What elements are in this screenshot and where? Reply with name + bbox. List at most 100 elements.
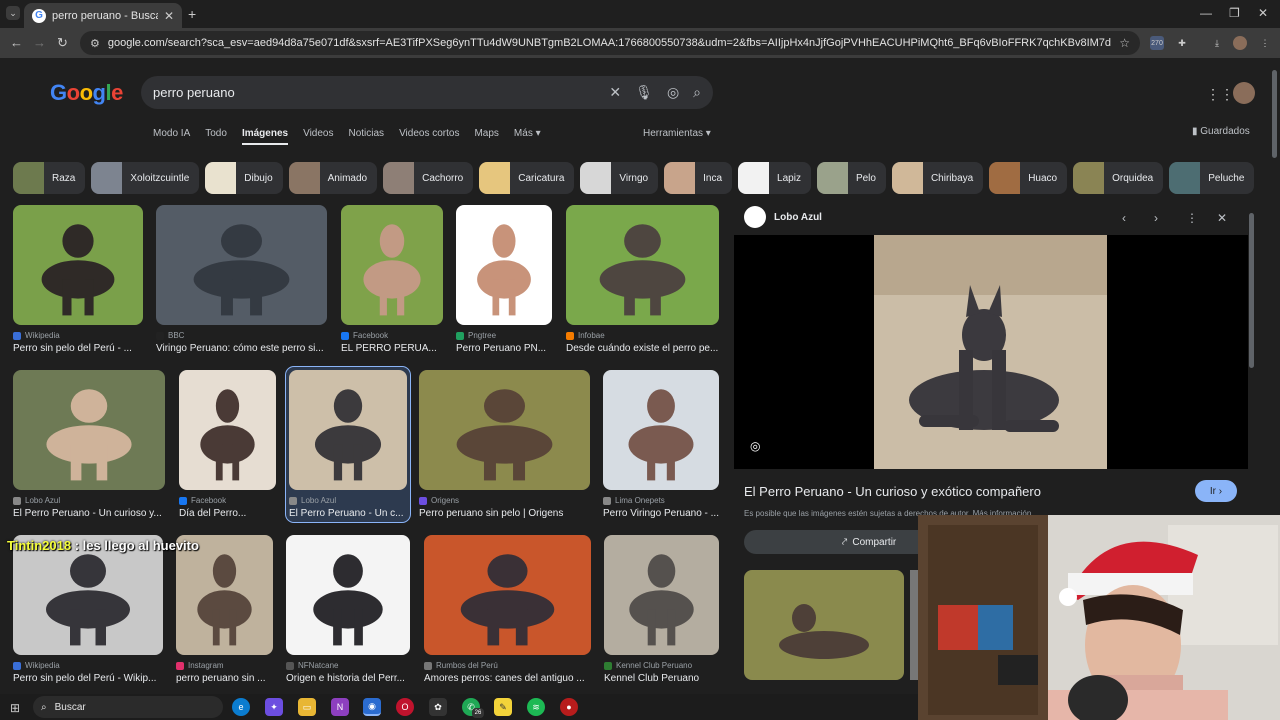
microphone-icon[interactable]: 🎙 xyxy=(635,84,653,101)
panel-title[interactable]: El Perro Peruano - Un curioso y exótico … xyxy=(744,484,1041,499)
result-caption[interactable]: Perro Peruano PN... xyxy=(456,343,552,354)
related-search-chip[interactable]: Inca xyxy=(664,162,733,194)
result-source[interactable]: Kennel Club Peruano xyxy=(604,661,719,670)
related-search-chip[interactable]: Virngo xyxy=(580,162,659,194)
search-box[interactable]: perro peruano ✕ 🎙 ◎ ⌕ xyxy=(141,76,713,109)
lens-search-icon[interactable]: ◎ xyxy=(750,439,760,453)
search-input[interactable]: perro peruano xyxy=(153,85,595,100)
result-caption[interactable]: Perro Viringo Peruano - ... xyxy=(603,508,719,519)
related-search-chip[interactable]: Huaco xyxy=(989,162,1068,194)
image-result[interactable]: NFNatcane Origen e historia del Perr... xyxy=(286,535,410,684)
chrome-menu-icon[interactable]: ⋮ xyxy=(1258,36,1272,50)
result-thumbnail[interactable] xyxy=(566,205,719,325)
result-source[interactable]: Origens xyxy=(419,496,590,505)
result-caption[interactable]: Kennel Club Peruano xyxy=(604,673,719,684)
chrome-icon[interactable]: ◉ xyxy=(363,698,381,716)
previous-icon[interactable]: ‹ xyxy=(1122,211,1126,225)
image-result[interactable]: Lobo Azul El Perro Peruano - Un curioso y… xyxy=(13,370,165,519)
result-thumbnail[interactable] xyxy=(604,535,719,655)
new-tab-icon[interactable]: + xyxy=(188,6,196,22)
bookmark-star-icon[interactable]: ☆ xyxy=(1119,36,1130,50)
image-result[interactable]: Rumbos del Perú Amores perros: canes del … xyxy=(424,535,591,684)
result-thumbnail[interactable] xyxy=(289,370,407,490)
related-search-chip[interactable]: Peluche xyxy=(1169,162,1255,194)
result-thumbnail[interactable] xyxy=(419,370,590,490)
search-tab[interactable]: Modo IA xyxy=(153,128,190,145)
result-source[interactable]: Rumbos del Perú xyxy=(424,661,591,670)
tab-close-icon[interactable]: ✕ xyxy=(164,9,174,23)
extension-badge-icon[interactable]: 270 xyxy=(1150,36,1164,50)
result-source[interactable]: NFNatcane xyxy=(286,661,410,670)
result-source[interactable]: Instagram xyxy=(176,661,273,670)
related-search-chip[interactable]: Caricatura xyxy=(479,162,575,194)
result-thumbnail[interactable] xyxy=(286,535,410,655)
back-icon[interactable]: ← xyxy=(10,35,23,50)
search-icon[interactable]: ⌕ xyxy=(693,84,701,101)
lens-icon[interactable]: ◎ xyxy=(667,84,679,101)
search-tab[interactable]: Más ▾ xyxy=(514,128,541,145)
search-tab[interactable]: Noticias xyxy=(348,128,384,145)
search-tab[interactable]: Imágenes xyxy=(241,128,289,145)
spotify-icon[interactable]: ≋ xyxy=(527,698,545,716)
image-result[interactable]: Facebook Día del Perro... xyxy=(179,370,276,519)
panel-close-icon[interactable]: ✕ xyxy=(1217,211,1227,225)
extensions-puzzle-icon[interactable]: ✚ xyxy=(1175,36,1189,50)
related-image-thumbnail[interactable] xyxy=(910,570,918,680)
forward-icon[interactable]: → xyxy=(33,35,46,50)
result-thumbnail[interactable] xyxy=(424,535,591,655)
start-windows-icon[interactable]: ⊞ xyxy=(10,701,20,715)
search-tab[interactable]: Todo xyxy=(205,128,227,145)
related-search-chip[interactable]: Chiribaya xyxy=(891,162,984,194)
result-caption[interactable]: Perro sin pelo del Perú - ... xyxy=(13,343,143,354)
obs-icon[interactable]: ● xyxy=(560,698,578,716)
image-result[interactable]: BBC Viringo Peruano: cómo este perro si..… xyxy=(156,205,327,354)
result-thumbnail[interactable] xyxy=(13,370,165,490)
result-caption[interactable]: Viringo Peruano: cómo este perro si... xyxy=(156,343,327,354)
image-result[interactable]: Pngtree Perro Peruano PN... xyxy=(456,205,552,354)
image-result[interactable]: Origens Perro peruano sin pelo | Origens xyxy=(419,370,590,519)
result-thumbnail[interactable] xyxy=(456,205,552,325)
clear-icon[interactable]: ✕ xyxy=(609,84,621,101)
image-result[interactable]: Lima Onepets Perro Viringo Peruano - ... xyxy=(603,370,719,519)
sticky-notes-icon[interactable]: ✎ xyxy=(494,698,512,716)
browser-tab[interactable]: G perro peruano - Buscar con Google ✕ xyxy=(24,3,182,28)
tab-search-icon[interactable]: ⌄ xyxy=(6,6,20,20)
result-thumbnail[interactable] xyxy=(13,205,143,325)
window-close-icon[interactable]: ✕ xyxy=(1258,6,1268,20)
search-tab[interactable]: Maps xyxy=(474,128,498,145)
image-result[interactable]: Wikipedia Perro sin pelo del Perú - Wikip… xyxy=(13,535,163,684)
result-source[interactable]: Lobo Azul xyxy=(289,496,407,505)
more-options-icon[interactable]: ⋮ xyxy=(1186,211,1198,225)
related-search-chip[interactable]: Pelo xyxy=(816,162,886,194)
result-thumbnail[interactable] xyxy=(13,535,163,655)
account-avatar[interactable] xyxy=(1233,82,1255,104)
image-result[interactable]: Facebook EL PERRO PERUA... xyxy=(341,205,443,354)
visit-button[interactable]: Ir › xyxy=(1195,480,1237,502)
result-source[interactable]: Wikipedia xyxy=(13,331,143,340)
result-caption[interactable]: Amores perros: canes del antiguo ... xyxy=(424,673,591,684)
result-caption[interactable]: perro peruano sin ... xyxy=(176,673,273,684)
copilot-icon[interactable]: ✦ xyxy=(265,698,283,716)
related-search-chip[interactable]: Lapiz xyxy=(738,162,811,194)
result-caption[interactable]: Origen e historia del Perr... xyxy=(286,673,410,684)
edge-icon[interactable]: e xyxy=(232,698,250,716)
image-result[interactable]: Instagram perro peruano sin ... xyxy=(176,535,273,684)
url-field[interactable]: ⚙ google.com/search?sca_esv=aed94d8a75e0… xyxy=(80,31,1140,55)
image-result[interactable]: Infobae Desde cuándo existe el perro pe..… xyxy=(566,205,719,354)
panel-site-name[interactable]: Lobo Azul xyxy=(774,212,822,223)
search-tab[interactable]: Videos cortos xyxy=(399,128,459,145)
related-search-chip[interactable]: Xoloitzcuintle xyxy=(91,162,200,194)
result-thumbnail[interactable] xyxy=(603,370,719,490)
profile-icon[interactable] xyxy=(1233,36,1247,50)
site-info-icon[interactable]: ⚙ xyxy=(90,37,100,50)
panel-scrollbar[interactable] xyxy=(1249,213,1254,368)
saved-button[interactable]: ▮ Guardados xyxy=(1192,126,1250,137)
result-source[interactable]: Lobo Azul xyxy=(13,496,165,505)
download-icon[interactable]: ⤓ xyxy=(1210,36,1224,50)
result-source[interactable]: Infobae xyxy=(566,331,719,340)
preview-image[interactable]: ◎ xyxy=(734,235,1248,469)
file-explorer-icon[interactable]: ▭ xyxy=(298,698,316,716)
related-search-chip[interactable]: Dibujo xyxy=(205,162,283,194)
result-source[interactable]: BBC xyxy=(156,331,327,340)
result-thumbnail[interactable] xyxy=(156,205,327,325)
